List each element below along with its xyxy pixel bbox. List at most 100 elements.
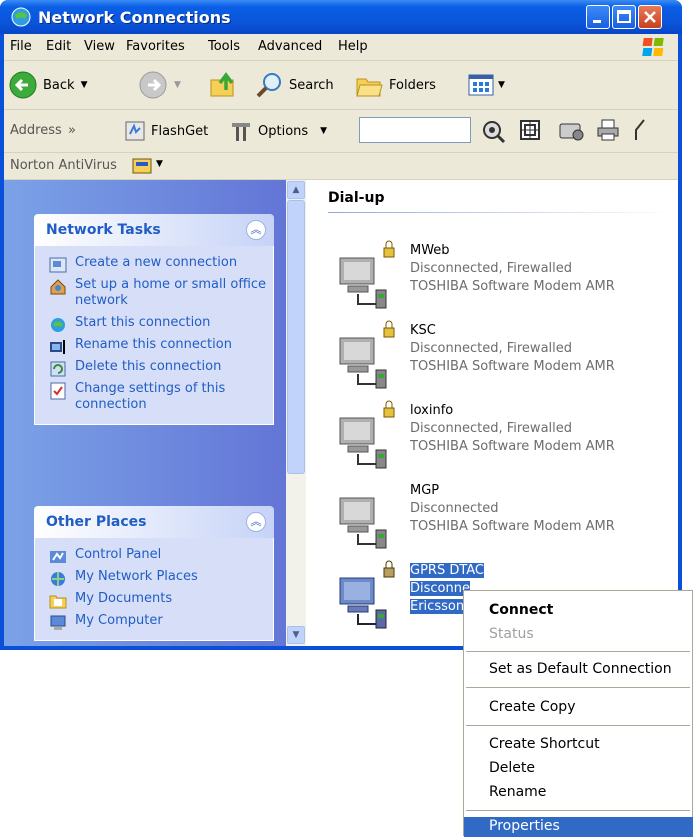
scroll-down-icon[interactable]: ▼ xyxy=(287,626,305,644)
task-delete-connection[interactable]: Delete this connection xyxy=(35,356,273,378)
window-title: Network Connections xyxy=(38,8,231,27)
scroll-up-icon[interactable]: ▲ xyxy=(287,181,305,199)
task-start-connection[interactable]: Start this connection xyxy=(35,312,273,334)
dialup-connection-icon xyxy=(339,560,395,629)
menu-delete[interactable]: Delete xyxy=(464,757,693,781)
print-icon[interactable] xyxy=(596,118,620,142)
connection-name: MGP xyxy=(410,483,440,498)
collapse-chevron-icon[interactable]: ︽ xyxy=(246,512,266,532)
menu-label: Set as Default Connection xyxy=(489,661,672,677)
connection-item[interactable]: loxinfo Disconnected, Firewalled TOSHIBA… xyxy=(334,400,654,474)
network-connections-window: Network Connections File Edit View Favor… xyxy=(0,0,682,650)
up-button[interactable] xyxy=(208,69,238,101)
task-create-connection[interactable]: Create a new connection xyxy=(35,252,273,274)
menu-rename[interactable]: Rename xyxy=(464,781,693,805)
menu-tools[interactable]: Tools xyxy=(208,39,240,54)
search-button[interactable]: Search xyxy=(254,69,334,101)
connection-device: TOSHIBA Software Modem AMR xyxy=(410,359,615,374)
address-label: Address xyxy=(10,123,62,138)
flashget-url-input[interactable] xyxy=(359,117,471,143)
menu-bar: File Edit View Favorites Tools Advanced … xyxy=(4,34,678,61)
menu-create-copy[interactable]: Create Copy xyxy=(464,696,693,720)
back-button[interactable]: Back ▼ xyxy=(8,69,87,101)
forward-button[interactable]: ▼ xyxy=(138,69,181,101)
place-control-panel[interactable]: Control Panel xyxy=(35,544,273,566)
views-dropdown-icon[interactable]: ▼ xyxy=(498,80,505,90)
menu-edit[interactable]: Edit xyxy=(46,39,71,54)
connection-status: Disconne xyxy=(410,581,470,596)
options-dropdown-icon[interactable]: ▼ xyxy=(320,126,327,136)
connection-status: Disconnected, Firewalled xyxy=(410,261,573,276)
folders-button[interactable]: Folders xyxy=(354,69,436,101)
connection-status: Disconnected, Firewalled xyxy=(410,341,573,356)
views-button[interactable]: ▼ xyxy=(466,69,505,101)
maximize-button[interactable] xyxy=(612,5,636,29)
back-dropdown-icon[interactable]: ▼ xyxy=(81,80,88,90)
task-pane-scrollbar[interactable]: ▲ ▼ xyxy=(286,180,306,646)
documents-folder-icon xyxy=(49,595,67,609)
menu-view[interactable]: View xyxy=(84,39,115,54)
task-label: Start this connection xyxy=(75,315,211,330)
place-my-computer[interactable]: My Computer xyxy=(35,610,273,632)
options-button[interactable]: Options ▼ xyxy=(229,115,327,147)
network-tasks-title: Network Tasks xyxy=(46,222,161,238)
network-tasks-header[interactable]: Network Tasks ︽ xyxy=(34,214,274,246)
menu-set-default-connection[interactable]: Set as Default Connection xyxy=(464,658,693,682)
scroll-thumb[interactable] xyxy=(287,200,305,474)
context-menu: Connect Status Set as Default Connection… xyxy=(463,590,693,837)
connection-name: loxinfo xyxy=(410,403,454,418)
minimize-button[interactable] xyxy=(586,5,610,29)
forward-dropdown-icon[interactable]: ▼ xyxy=(174,80,181,90)
place-my-network-places[interactable]: My Network Places xyxy=(35,566,273,588)
menu-connect[interactable]: Connect xyxy=(464,599,693,623)
menu-file[interactable]: File xyxy=(10,39,32,54)
connection-item[interactable]: MGP Disconnected TOSHIBA Software Modem … xyxy=(334,480,654,554)
task-change-settings[interactable]: Change settings of this connection xyxy=(35,378,273,416)
title-bar[interactable]: Network Connections xyxy=(0,0,682,34)
home-network-icon xyxy=(50,279,66,295)
menu-advanced[interactable]: Advanced xyxy=(258,39,322,54)
standard-toolbar: Back ▼ ▼ Search Folders ▼ xyxy=(4,61,678,110)
maximize-icon xyxy=(617,10,631,23)
new-connection-icon xyxy=(49,257,67,273)
menu-favorites[interactable]: Favorites xyxy=(126,39,185,54)
flashget-icon xyxy=(125,121,145,141)
tape-icon[interactable] xyxy=(558,120,584,142)
place-my-documents[interactable]: My Documents xyxy=(35,588,273,610)
other-places-body: Control Panel My Network Places My Docum… xyxy=(34,538,274,641)
my-computer-icon xyxy=(50,615,66,630)
address-bar: Address » FlashGet Options ▼ xyxy=(4,110,678,153)
menu-create-shortcut[interactable]: Create Shortcut xyxy=(464,733,693,757)
norton-antivirus-toolbar: Norton AntiVirus ▼ xyxy=(4,153,678,180)
norton-dropdown-icon[interactable]: ▼ xyxy=(156,159,163,169)
task-rename-connection[interactable]: Rename this connection xyxy=(35,334,273,356)
collapse-chevron-icon[interactable]: ︽ xyxy=(246,220,266,240)
capture-icon[interactable] xyxy=(518,118,542,142)
task-home-network[interactable]: Set up a home or small office network xyxy=(35,274,273,312)
address-chevron-icon[interactable]: » xyxy=(68,123,76,138)
connection-text: MGP Disconnected TOSHIBA Software Modem … xyxy=(410,482,615,536)
other-places-header[interactable]: Other Places ︽ xyxy=(34,506,274,538)
connection-item[interactable]: KSC Disconnected, Firewalled TOSHIBA Sof… xyxy=(334,320,654,394)
flashget-button[interactable]: FlashGet xyxy=(124,115,208,147)
norton-icon[interactable] xyxy=(132,157,152,175)
menu-properties[interactable]: Properties xyxy=(464,817,693,837)
edit-icon[interactable] xyxy=(634,118,648,142)
connection-device: TOSHIBA Software Modem AMR xyxy=(410,519,615,534)
task-label: Create a new connection xyxy=(75,255,238,270)
connection-status: Disconnected, Firewalled xyxy=(410,421,573,436)
menu-help[interactable]: Help xyxy=(338,39,368,54)
settings-checklist-icon xyxy=(50,382,66,400)
magnifier-icon[interactable] xyxy=(480,118,506,144)
menu-label: Properties xyxy=(489,818,560,834)
menu-separator xyxy=(466,687,690,688)
menu-label: Create Copy xyxy=(489,699,576,715)
place-label: My Computer xyxy=(75,613,163,628)
place-label: My Network Places xyxy=(75,569,198,584)
menu-label: Create Shortcut xyxy=(489,736,600,752)
network-places-icon xyxy=(51,572,65,586)
connection-item[interactable]: MWeb Disconnected, Firewalled TOSHIBA So… xyxy=(334,240,654,314)
connection-name: KSC xyxy=(410,323,436,338)
connection-device: TOSHIBA Software Modem AMR xyxy=(410,439,615,454)
close-button[interactable] xyxy=(638,5,662,29)
